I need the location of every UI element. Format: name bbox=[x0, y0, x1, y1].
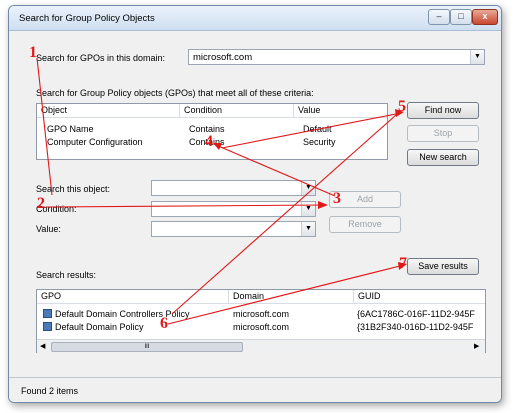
annotation-label: 2 bbox=[37, 195, 45, 212]
annotation-line bbox=[36, 57, 53, 196]
annotation-line bbox=[215, 144, 336, 197]
annotation-label: 6 bbox=[160, 315, 168, 332]
annotation-label: 7 bbox=[399, 255, 407, 272]
annotation-line bbox=[167, 264, 405, 325]
annotation-line bbox=[221, 112, 402, 149]
arrowhead bbox=[318, 201, 328, 209]
annotation-label: 1 bbox=[29, 44, 37, 61]
annotation-label: 3 bbox=[333, 190, 341, 207]
annotation-label: 5 bbox=[398, 98, 406, 115]
annotation-overlay bbox=[36, 57, 407, 325]
annotation-line bbox=[45, 204, 326, 208]
annotation-label: 4 bbox=[205, 133, 213, 150]
